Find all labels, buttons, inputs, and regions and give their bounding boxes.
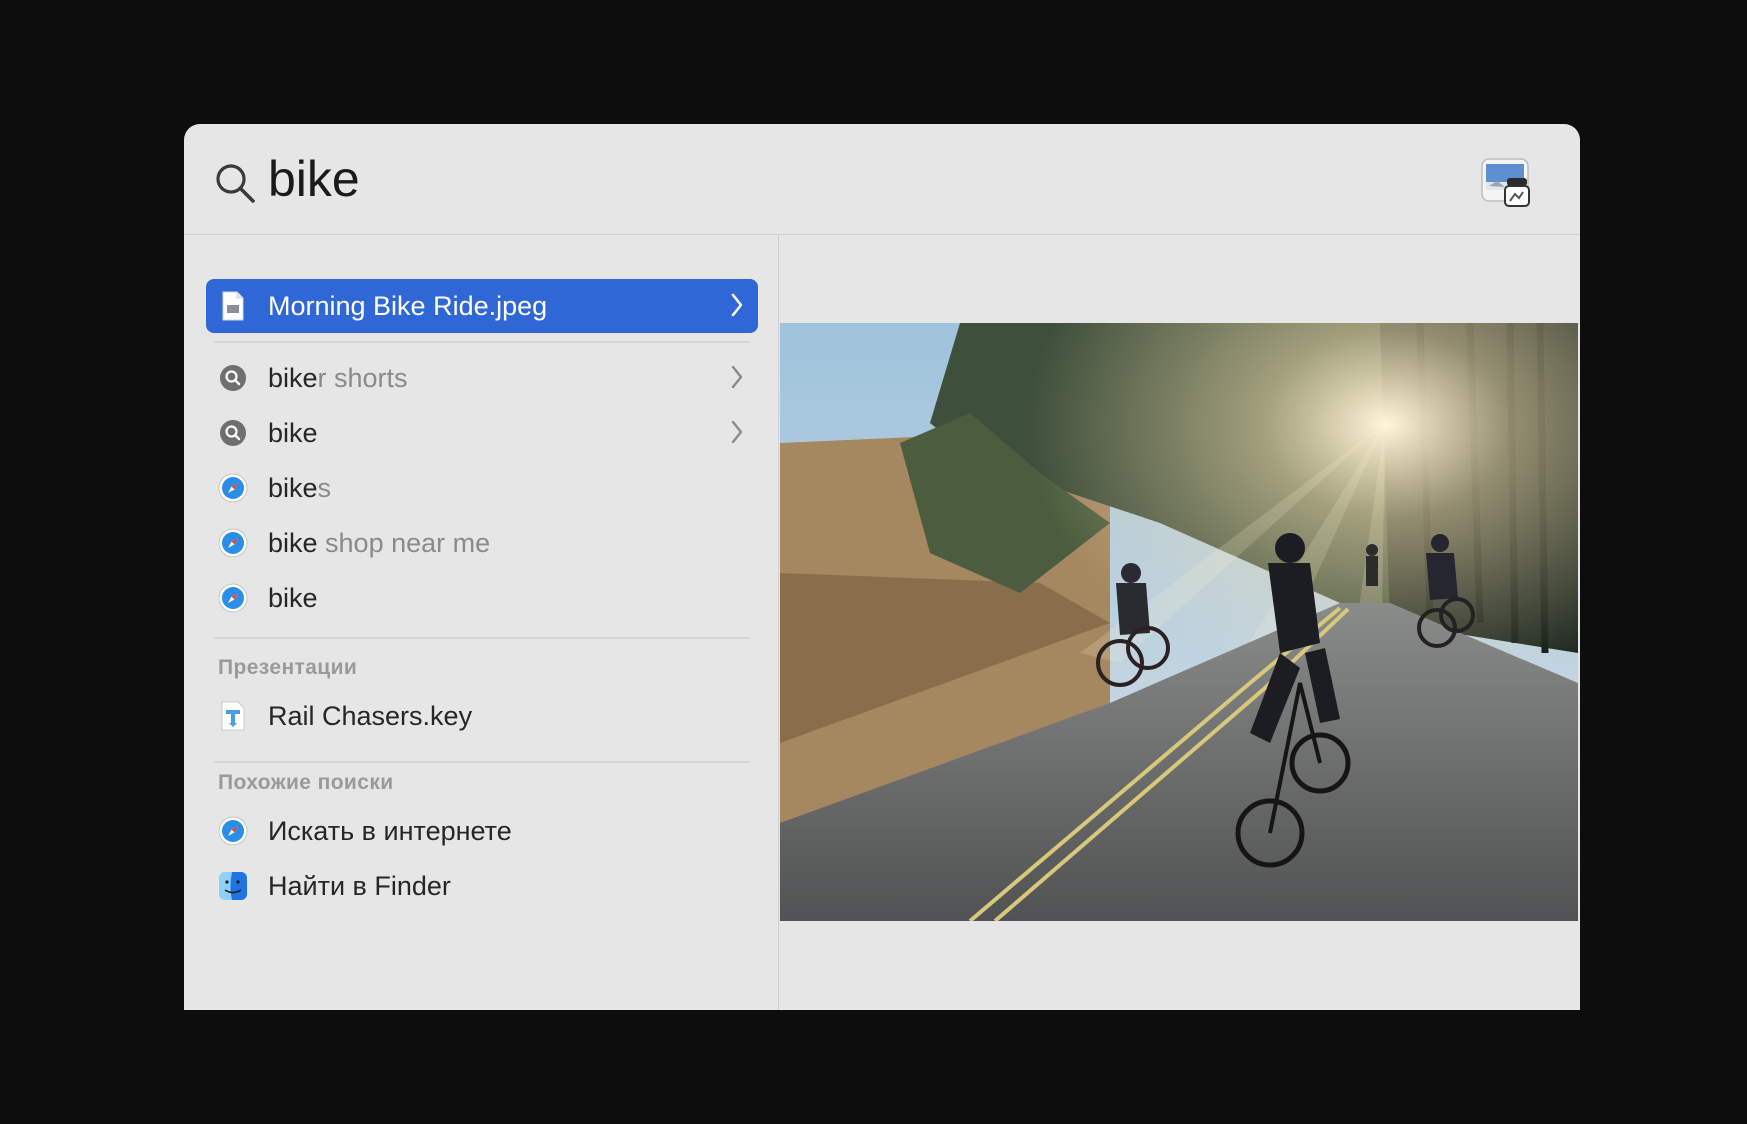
result-label: Rail Chasers.key — [268, 700, 473, 731]
chevron-right-icon[interactable] — [730, 364, 744, 390]
preview-pane — [779, 235, 1580, 1010]
magnifier-suggestion-icon — [218, 418, 248, 448]
spotlight-window: Morning Bike Ride.jpeg biker shorts bike — [184, 124, 1580, 1010]
suggestion-row[interactable]: bikes — [206, 461, 758, 515]
results-list: Morning Bike Ride.jpeg biker shorts bike — [184, 235, 779, 1010]
safari-icon — [218, 816, 248, 846]
photo-preview[interactable] — [780, 323, 1578, 921]
suggestion-row[interactable]: bike shop near me — [206, 516, 758, 570]
presentation-result[interactable]: Rail Chasers.key — [206, 689, 758, 743]
safari-icon — [218, 528, 248, 558]
jpeg-file-icon — [218, 291, 248, 321]
suggestion-row[interactable]: biker shorts — [206, 351, 758, 405]
related-search-row[interactable]: Найти в Finder — [206, 859, 758, 913]
result-label: Найти в Finder — [268, 870, 451, 901]
suggestion-row[interactable]: bike — [206, 406, 758, 460]
suggestion-hint: shop near me — [317, 527, 491, 558]
chevron-right-icon[interactable] — [730, 419, 744, 445]
search-bar — [184, 124, 1580, 235]
section-divider — [214, 341, 750, 343]
preview-app-icon[interactable] — [1479, 156, 1535, 212]
search-input[interactable] — [268, 148, 1368, 210]
section-title-related: Похожие поиски — [218, 771, 394, 794]
safari-icon — [218, 583, 248, 613]
safari-icon — [218, 473, 248, 503]
suggestion-match: bike — [268, 582, 318, 613]
suggestion-hint: r shorts — [317, 362, 408, 393]
suggestion-hint: s — [317, 472, 332, 503]
search-icon — [216, 164, 255, 203]
result-label: Искать в интернете — [268, 815, 512, 846]
suggestion-row[interactable]: bike — [206, 571, 758, 625]
suggestion-match: bike — [268, 417, 318, 448]
keynote-icon — [218, 701, 248, 731]
suggestion-match: bike — [268, 527, 318, 558]
top-hit-result[interactable]: Morning Bike Ride.jpeg — [206, 279, 758, 333]
related-search-row[interactable]: Искать в интернете — [206, 804, 758, 858]
finder-icon — [218, 871, 248, 901]
chevron-right-icon[interactable] — [730, 292, 744, 318]
section-title-presentations: Презентации — [218, 656, 358, 679]
suggestion-match: bike — [268, 362, 318, 393]
suggestion-match: bike — [268, 472, 318, 503]
section-divider — [214, 761, 750, 763]
magnifier-suggestion-icon — [218, 363, 248, 393]
section-divider — [214, 637, 750, 639]
result-label: Morning Bike Ride.jpeg — [268, 290, 548, 321]
